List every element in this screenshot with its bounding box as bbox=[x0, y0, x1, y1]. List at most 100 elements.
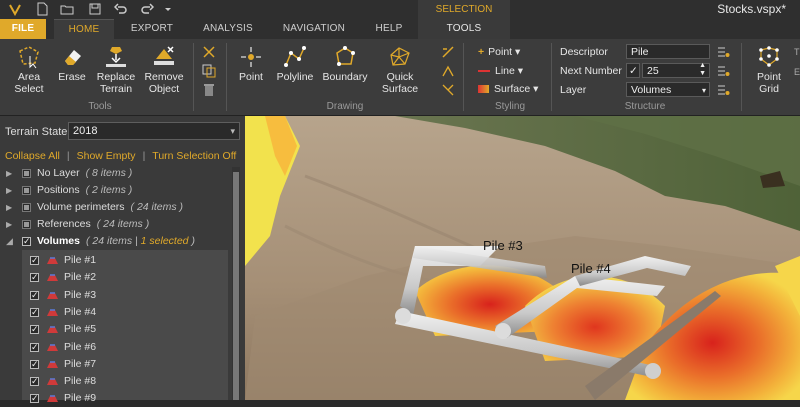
eraser-icon bbox=[65, 50, 81, 65]
tab-analysis[interactable]: ANALYSIS bbox=[194, 19, 262, 39]
next-number-stepper[interactable]: 25 ▲ ▼ bbox=[642, 62, 710, 78]
tab-tools[interactable]: TOOLS bbox=[418, 19, 510, 39]
layer-row-no-layer[interactable]: ▶ No Layer ( 8 items ) bbox=[0, 165, 232, 182]
pile-checkbox[interactable] bbox=[30, 287, 39, 304]
show-empty-link[interactable]: Show Empty bbox=[77, 150, 136, 162]
list-item[interactable]: Pile #3 bbox=[0, 287, 232, 304]
descriptor-input[interactable]: Pile bbox=[626, 44, 710, 59]
copy-icon[interactable] bbox=[201, 64, 217, 78]
ribbon-separator bbox=[551, 43, 552, 111]
list-item[interactable]: Pile #2 bbox=[0, 269, 232, 286]
replace-terrain-button[interactable]: Replace Terrain bbox=[95, 45, 137, 95]
turn-selection-off-link[interactable]: Turn Selection Off bbox=[152, 150, 236, 162]
expand-arrow-icon[interactable]: ▶ bbox=[6, 199, 12, 216]
layer-row-references[interactable]: ▶ References ( 24 items ) bbox=[0, 216, 232, 233]
replace-terrain-icon bbox=[106, 47, 126, 67]
layer-checkbox[interactable] bbox=[22, 203, 31, 212]
stepper-arrows-icon[interactable]: ▲ ▼ bbox=[699, 62, 706, 78]
new-file-icon[interactable] bbox=[35, 2, 49, 16]
descriptor-label: Descriptor bbox=[560, 46, 608, 58]
tab-file[interactable]: FILE bbox=[0, 19, 46, 39]
volume-icon bbox=[47, 326, 58, 334]
expand-arrow-icon[interactable]: ▶ bbox=[6, 216, 12, 233]
layer-checkbox[interactable] bbox=[22, 233, 31, 250]
pile-checkbox[interactable] bbox=[30, 304, 39, 321]
expand-arrow-icon[interactable]: ▶ bbox=[6, 182, 12, 199]
title-bar bbox=[0, 0, 800, 19]
layer-row-volumes[interactable]: ◢ Volumes ( 24 items | 1 selected ) bbox=[0, 233, 232, 250]
save-icon[interactable] bbox=[88, 2, 102, 16]
list-item[interactable]: Pile #8 bbox=[0, 373, 232, 390]
pile-checkbox[interactable] bbox=[30, 321, 39, 338]
pile-name: Pile #1 bbox=[64, 254, 97, 266]
descriptor-list-icon[interactable] bbox=[716, 45, 730, 59]
pile-checkbox[interactable] bbox=[30, 339, 39, 356]
layer-count: ( 24 items ) bbox=[96, 218, 150, 230]
erase-button[interactable]: Erase bbox=[56, 45, 88, 83]
area-select-icon bbox=[19, 46, 39, 69]
3d-viewport[interactable]: Pile #3 Pile #4 bbox=[245, 116, 800, 400]
layer-select[interactable]: Volumes ▾ bbox=[626, 82, 710, 97]
layer-list-icon[interactable] bbox=[716, 83, 730, 97]
tab-home[interactable]: HOME bbox=[54, 19, 114, 40]
pile-checkbox[interactable] bbox=[30, 373, 39, 390]
remove-object-button[interactable]: Remove Object bbox=[142, 45, 186, 95]
layer-label: Layer bbox=[560, 84, 587, 96]
layer-row-positions[interactable]: ▶ Positions ( 2 items ) bbox=[0, 182, 232, 199]
tab-help[interactable]: HELP bbox=[364, 19, 414, 39]
undo-icon[interactable] bbox=[114, 2, 128, 16]
pile-name: Pile #4 bbox=[64, 305, 97, 318]
drawing-group-label: Drawing bbox=[326, 101, 364, 112]
pile-name: Pile #5 bbox=[64, 323, 97, 336]
pile-3-label[interactable]: Pile #3 bbox=[483, 238, 523, 253]
document-title: Stocks.vspx* bbox=[717, 2, 786, 16]
cut-icon[interactable] bbox=[201, 45, 217, 59]
collapse-all-link[interactable]: Collapse All bbox=[5, 150, 60, 162]
remove-object-label: Remove Object bbox=[144, 71, 184, 95]
point-style-dropdown[interactable]: + Point ▾ bbox=[478, 46, 520, 58]
pile-checkbox[interactable] bbox=[30, 356, 39, 373]
area-select-button[interactable]: Area Select bbox=[10, 45, 48, 95]
pile-name: Pile #9 bbox=[64, 392, 97, 405]
surface-style-dropdown[interactable]: Surface ▾ bbox=[478, 83, 538, 95]
edit-vertex-icon[interactable] bbox=[441, 64, 455, 78]
quick-access-dropdown-icon[interactable] bbox=[164, 2, 172, 16]
ribbon-separator bbox=[193, 43, 194, 111]
pile-checkbox[interactable] bbox=[30, 269, 39, 286]
pile-checkbox[interactable] bbox=[30, 252, 39, 269]
quick-surface-button[interactable]: Quick Surface bbox=[378, 45, 422, 95]
layer-checkbox[interactable] bbox=[22, 186, 31, 195]
volume-icon bbox=[47, 257, 58, 264]
tab-export[interactable]: EXPORT bbox=[120, 19, 184, 39]
scrollbar-thumb[interactable] bbox=[233, 172, 239, 400]
redo-icon[interactable] bbox=[140, 2, 154, 16]
list-item[interactable]: Pile #6 bbox=[0, 339, 232, 356]
draw-tool-icon[interactable] bbox=[441, 45, 455, 59]
layer-checkbox[interactable] bbox=[22, 220, 31, 229]
layer-row-volume-perimeters[interactable]: ▶ Volume perimeters ( 24 items ) bbox=[0, 199, 232, 216]
split-icon[interactable] bbox=[441, 83, 455, 97]
terrain-state-select[interactable]: 2018 ▾ bbox=[68, 122, 240, 140]
terrain-scene[interactable] bbox=[245, 116, 800, 400]
expand-arrow-icon[interactable]: ▶ bbox=[6, 165, 12, 182]
tab-navigation[interactable]: NAVIGATION bbox=[272, 19, 356, 39]
line-style-dropdown[interactable]: Line ▾ bbox=[478, 65, 523, 77]
list-item[interactable]: Pile #9 bbox=[0, 390, 232, 407]
open-folder-icon[interactable] bbox=[60, 2, 74, 16]
collapse-arrow-icon[interactable]: ◢ bbox=[6, 233, 13, 250]
list-item[interactable]: Pile #1 bbox=[0, 252, 232, 269]
next-number-checkbox[interactable]: ✓ bbox=[626, 63, 640, 78]
pile-checkbox[interactable] bbox=[30, 390, 39, 407]
boundary-button[interactable]: Boundary bbox=[322, 45, 368, 83]
numbering-list-icon[interactable] bbox=[716, 64, 730, 78]
list-item[interactable]: Pile #5 bbox=[0, 321, 232, 338]
delete-icon[interactable] bbox=[201, 83, 217, 97]
polyline-button[interactable]: Polyline bbox=[275, 45, 315, 83]
list-item[interactable]: Pile #7 bbox=[0, 356, 232, 373]
pile-4-label[interactable]: Pile #4 bbox=[571, 261, 611, 276]
ribbon-separator bbox=[226, 43, 227, 111]
list-item[interactable]: Pile #4 bbox=[0, 304, 232, 321]
point-grid-button[interactable]: Point Grid bbox=[750, 45, 788, 95]
point-button[interactable]: Point bbox=[235, 45, 267, 83]
layer-checkbox[interactable] bbox=[22, 169, 31, 178]
